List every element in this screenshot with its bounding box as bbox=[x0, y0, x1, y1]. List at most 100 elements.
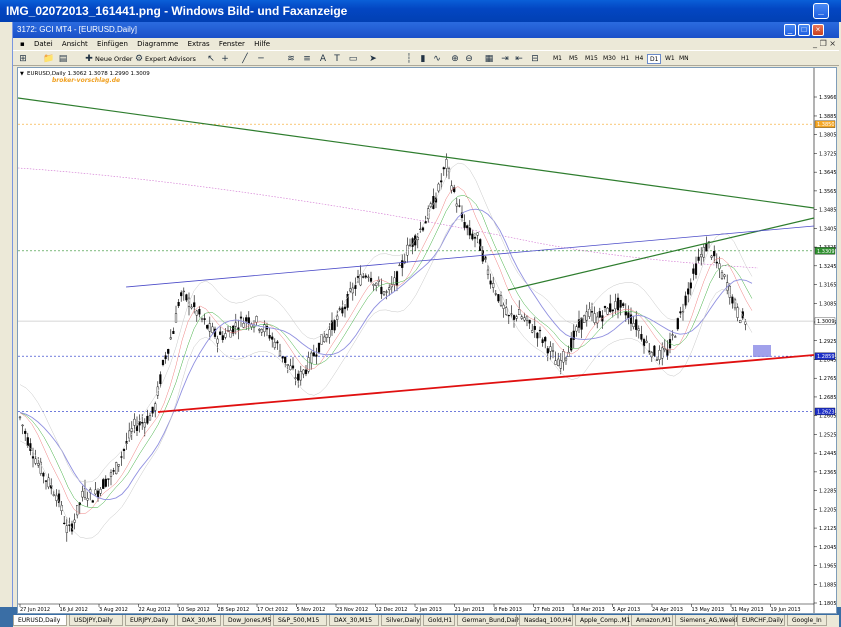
price-chart[interactable]: 1.3966 1.3885 1.3805 1.3725 1.3645 1.3565 1.34… bbox=[18, 68, 836, 613]
new-order-button[interactable]: Neue Order bbox=[95, 53, 133, 65]
open-folder-icon[interactable]: 📁 bbox=[43, 53, 55, 65]
chart-tab[interactable]: DAX_30,M15 bbox=[329, 615, 379, 626]
label-icon[interactable]: T bbox=[331, 53, 343, 65]
chart-tab[interactable]: German_Bund,Daily bbox=[457, 615, 522, 626]
tf-w1[interactable]: W1 bbox=[663, 54, 677, 64]
tf-m1[interactable]: M1 bbox=[551, 54, 564, 64]
price-tick-label: 1.3405 bbox=[819, 226, 836, 232]
tf-h4[interactable]: H4 bbox=[633, 54, 645, 64]
cursor-icon[interactable]: ↖ bbox=[205, 53, 217, 65]
mdi-minimize-icon[interactable]: _ bbox=[813, 39, 817, 48]
candle-body bbox=[525, 315, 529, 321]
zoom-in-icon[interactable]: ⊕ bbox=[449, 53, 461, 65]
tf-d1[interactable]: D1 bbox=[647, 54, 662, 64]
candle-body bbox=[536, 332, 539, 339]
date-tick-label: 27 Jun 2012 bbox=[20, 607, 50, 613]
market-watch-icon[interactable]: ▤ bbox=[57, 53, 69, 65]
mdi-close-icon[interactable]: × bbox=[829, 39, 836, 48]
price-highlight-label: 1.2859 bbox=[817, 354, 835, 360]
chart-tab[interactable]: Gold,H1 bbox=[423, 615, 455, 626]
chart-tab[interactable]: Apple_Comp.,M1 bbox=[575, 615, 630, 626]
chart-tab[interactable]: DAX_30,M5 bbox=[177, 615, 221, 626]
tf-m15[interactable]: M15 bbox=[583, 54, 600, 64]
fibo-icon[interactable]: ≡ bbox=[301, 53, 313, 65]
expert-advisors-button[interactable]: Expert Advisors bbox=[145, 53, 196, 65]
minimize-icon[interactable]: _ bbox=[813, 3, 829, 19]
candle-body bbox=[229, 330, 232, 338]
chart-tab[interactable]: Siemens_AG,Weekly bbox=[675, 615, 741, 626]
ma-blue bbox=[19, 208, 753, 500]
candle-body bbox=[692, 268, 695, 274]
text-icon[interactable]: A bbox=[317, 53, 329, 65]
date-tick-label: 2 Jan 2013 bbox=[415, 607, 442, 613]
menu-ansicht[interactable]: Ansicht bbox=[62, 40, 88, 48]
channel-icon[interactable]: ≋ bbox=[285, 53, 297, 65]
chart-area[interactable]: 1.3966 1.3885 1.3805 1.3725 1.3645 1.3565 1.34… bbox=[17, 67, 837, 614]
candle-body bbox=[551, 350, 555, 352]
candle-body bbox=[281, 356, 284, 359]
chart-tab[interactable]: Amazon,M1 bbox=[631, 615, 673, 626]
candle-body bbox=[489, 280, 492, 285]
candle-body bbox=[336, 315, 339, 320]
menu-fenster[interactable]: Fenster bbox=[219, 40, 245, 48]
ma-red bbox=[19, 186, 753, 515]
menu-hilfe[interactable]: Hilfe bbox=[254, 40, 270, 48]
arrows-icon[interactable]: ➤ bbox=[367, 53, 379, 65]
price-tick-label: 1.3085 bbox=[819, 301, 836, 307]
chart-tab[interactable]: Dow_Jones,M5 bbox=[223, 615, 271, 626]
tile-icon[interactable]: ▦ bbox=[483, 53, 495, 65]
chart-tab[interactable]: EURUSD,Daily bbox=[13, 615, 67, 626]
tf-mn[interactable]: MN bbox=[677, 54, 691, 64]
new-chart-icon[interactable]: ⊞ bbox=[17, 53, 29, 65]
candle-body bbox=[172, 330, 175, 334]
app-menu-icon[interactable]: ▪ bbox=[20, 40, 25, 48]
chart-tab[interactable]: USDJPY,Daily bbox=[69, 615, 123, 626]
date-tick-label: 18 Mar 2013 bbox=[573, 607, 605, 613]
chart-tab[interactable]: EURJPY,Daily bbox=[125, 615, 175, 626]
chart-tab[interactable]: Google_In bbox=[787, 615, 827, 626]
chart-tab[interactable]: Nasdaq_100,H4 bbox=[519, 615, 573, 626]
date-tick-label: 21 Jan 2013 bbox=[455, 607, 485, 613]
trendline-green-up bbox=[507, 217, 815, 291]
tf-m30[interactable]: M30 bbox=[601, 54, 618, 64]
chart-tab[interactable]: EURCHF,Daily bbox=[737, 615, 785, 626]
chart-shift-icon[interactable]: ⇤ bbox=[513, 53, 525, 65]
crosshair-icon[interactable]: + bbox=[219, 53, 231, 65]
indicators-icon[interactable]: ⊟ bbox=[529, 53, 541, 65]
candle-chart-icon[interactable]: ▮ bbox=[417, 53, 429, 65]
inner-title-bar[interactable]: 3172: GCI MT4 - [EURUSD,Daily] _ □ × bbox=[13, 22, 839, 38]
shapes-icon[interactable]: ▭ bbox=[347, 53, 359, 65]
minimize-icon[interactable]: _ bbox=[784, 24, 796, 36]
tf-m5[interactable]: M5 bbox=[567, 54, 580, 64]
menu-extras[interactable]: Extras bbox=[188, 40, 210, 48]
autoscroll-icon[interactable]: ⇥ bbox=[499, 53, 511, 65]
outer-title-bar[interactable]: IMG_02072013_161441.png - Windows Bild- … bbox=[0, 0, 841, 22]
candle-body bbox=[671, 334, 674, 336]
candle-body bbox=[120, 456, 123, 458]
candle-body bbox=[312, 352, 315, 357]
bar-chart-icon[interactable]: ┆ bbox=[403, 53, 415, 65]
tf-h1[interactable]: H1 bbox=[619, 54, 631, 64]
line-chart-icon[interactable]: ∿ bbox=[431, 53, 443, 65]
chart-tab[interactable]: S&P_500,M15 bbox=[273, 615, 327, 626]
chart-tab[interactable]: Silver,Daily bbox=[381, 615, 421, 626]
expert-advisors-icon[interactable]: ⚙ bbox=[133, 53, 145, 65]
menu-diagramme[interactable]: Diagramme bbox=[137, 40, 178, 48]
trendline-icon[interactable]: ╱ bbox=[239, 53, 251, 65]
close-icon[interactable]: × bbox=[812, 24, 824, 36]
hline-icon[interactable]: ─ bbox=[255, 53, 267, 65]
new-order-icon[interactable]: ✚ bbox=[83, 53, 95, 65]
trendline-red-support bbox=[157, 354, 815, 413]
menu-einfuegen[interactable]: Einfügen bbox=[97, 40, 128, 48]
candle-body bbox=[128, 430, 131, 439]
menu-datei[interactable]: Datei bbox=[34, 40, 53, 48]
candle-body bbox=[629, 314, 633, 324]
candle-body bbox=[440, 180, 443, 183]
candle-body bbox=[518, 309, 521, 315]
mdi-restore-icon[interactable]: ❐ bbox=[820, 39, 827, 48]
price-highlight-label: 1.3309 bbox=[817, 249, 835, 255]
maximize-icon[interactable]: □ bbox=[798, 24, 810, 36]
date-tick-label: 27 Feb 2013 bbox=[534, 607, 565, 613]
zoom-out-icon[interactable]: ⊖ bbox=[463, 53, 475, 65]
candle-body bbox=[502, 304, 505, 309]
